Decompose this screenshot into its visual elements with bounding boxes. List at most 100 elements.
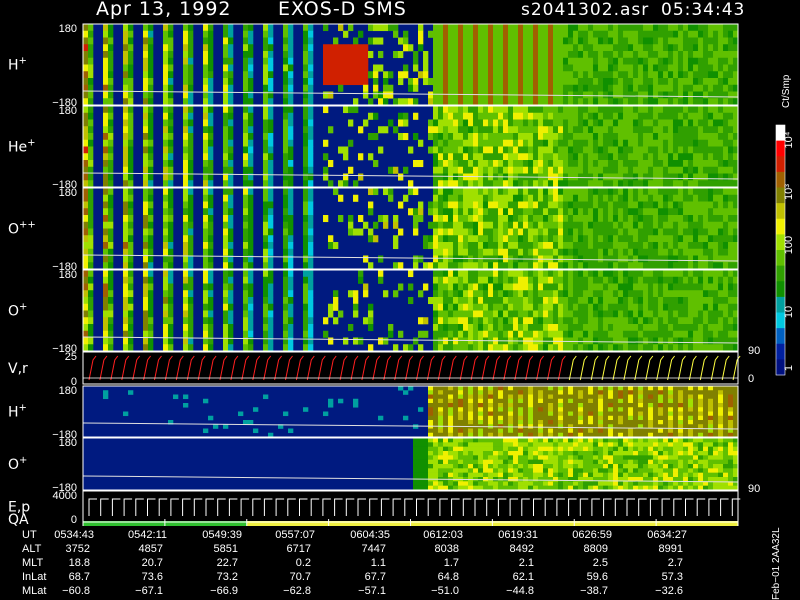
spectrogram-cell <box>668 57 674 65</box>
spectrogram-cell <box>438 221 444 229</box>
spectrogram-cell <box>548 112 554 120</box>
spectrogram-cell <box>128 126 134 134</box>
spectrogram-cell <box>478 310 484 318</box>
spectrogram-cell <box>573 283 579 291</box>
spectrogram-cell <box>543 221 549 229</box>
spectrogram-cell <box>613 407 619 412</box>
spectrogram-cell <box>453 248 459 256</box>
spectrogram-cell <box>568 166 574 174</box>
spectrogram-cell <box>658 390 664 395</box>
spectrogram-cell <box>463 221 469 229</box>
spectrogram-cell <box>688 106 694 114</box>
spectrogram-cell <box>143 173 149 181</box>
spectrogram-cell <box>518 262 524 270</box>
spectrogram-cell <box>408 98 414 106</box>
spectrogram-cell <box>268 208 274 216</box>
spectrogram-cell <box>613 208 619 216</box>
spectrogram-cell <box>718 84 724 92</box>
spectrogram-cell <box>638 317 644 325</box>
spectrogram-cell <box>268 57 274 65</box>
spectrogram-cell <box>288 112 294 120</box>
spectrogram-cell <box>183 394 189 400</box>
spectrogram-cell <box>693 57 699 65</box>
spectrogram-cell <box>673 51 679 59</box>
spectrogram-cell <box>128 133 134 141</box>
spectrogram-cell <box>693 71 699 79</box>
spectrogram-cell <box>663 297 669 305</box>
spectrogram-cell <box>393 235 399 243</box>
spectrogram-cell <box>413 133 419 141</box>
spectrogram-cell <box>588 153 594 161</box>
spectrogram-cell <box>528 235 534 243</box>
spectrogram-cell <box>418 37 424 45</box>
spectrogram-cell <box>713 84 719 92</box>
spectrogram-cell <box>108 98 114 106</box>
spectrogram-cell <box>668 173 674 181</box>
spectrogram-cell <box>658 30 664 38</box>
spectrogram-cell <box>598 310 604 318</box>
spectrogram-cell <box>568 407 574 412</box>
spectrogram-cell <box>553 276 559 284</box>
spectrogram-cell <box>583 139 589 147</box>
spectrogram-cell <box>573 208 579 216</box>
spectrogram-cell <box>673 78 679 86</box>
spectrogram-cell <box>533 270 539 278</box>
spectrogram-cell <box>668 106 674 114</box>
spectrogram-cell <box>688 221 694 229</box>
spectrogram-cell <box>288 119 294 127</box>
spectrogram-cell <box>433 106 439 114</box>
spectrogram-cell <box>538 344 544 352</box>
spectrogram-cell <box>308 112 314 120</box>
spectrogram-cell <box>203 283 209 291</box>
spectrogram-cell <box>263 188 269 196</box>
spectrogram-cell <box>408 44 414 52</box>
spectrogram-cell <box>538 71 544 79</box>
spectrogram-cell <box>433 276 439 284</box>
spectrogram-cell <box>613 201 619 209</box>
spectrogram-cell <box>518 428 524 434</box>
spectrogram-cell <box>343 44 349 52</box>
spectrogram-cell <box>653 106 659 114</box>
spectrogram-cell <box>513 146 519 154</box>
spectrogram-cell <box>368 201 374 209</box>
spectrogram-cell <box>578 337 584 345</box>
spectrogram-cell <box>718 270 724 278</box>
spectrogram-cell <box>83 160 89 168</box>
spectrogram-cell <box>103 390 109 395</box>
spectrogram-cell <box>288 317 294 325</box>
spectrogram-cell <box>388 194 394 202</box>
spectrogram-cell <box>513 106 519 114</box>
spectrogram-cell <box>648 283 654 291</box>
spectrogram-cell <box>163 106 169 114</box>
spectrogram-cell <box>488 133 494 141</box>
spectrogram-cell <box>103 139 109 147</box>
spectrogram-cell <box>678 262 684 270</box>
spectrogram-cell <box>618 64 624 72</box>
spectrogram-cell <box>638 407 644 412</box>
spectrogram-cell <box>88 44 94 52</box>
spectrogram-cell <box>168 30 174 38</box>
spectrogram-cell <box>128 188 134 196</box>
spectrogram-cell <box>613 394 619 400</box>
spectrogram-cell <box>588 98 594 106</box>
spectrogram-cell <box>188 228 194 236</box>
spectrogram-cell <box>123 270 129 278</box>
spectrogram-cell <box>458 84 464 92</box>
spectrogram-cell <box>543 390 549 395</box>
spectrogram-cell <box>103 215 109 223</box>
spectrogram-cell <box>618 428 624 434</box>
spectrogram-cell <box>468 78 474 86</box>
spectrogram-cell <box>363 64 369 72</box>
spectrogram-cell <box>348 119 354 127</box>
spectrogram-cell <box>488 386 494 391</box>
spectrogram-cell <box>648 386 654 391</box>
spectrogram-cell <box>433 337 439 345</box>
spectrogram-cell <box>123 139 129 147</box>
spectrogram-cell <box>538 420 544 425</box>
spectrogram-cell <box>338 84 344 92</box>
spectrogram-cell <box>498 270 504 278</box>
spectrogram-cell <box>498 139 504 147</box>
spectrogram-cell <box>508 139 514 147</box>
spectrogram-cell <box>283 126 289 134</box>
spectrogram-cell <box>268 84 274 92</box>
